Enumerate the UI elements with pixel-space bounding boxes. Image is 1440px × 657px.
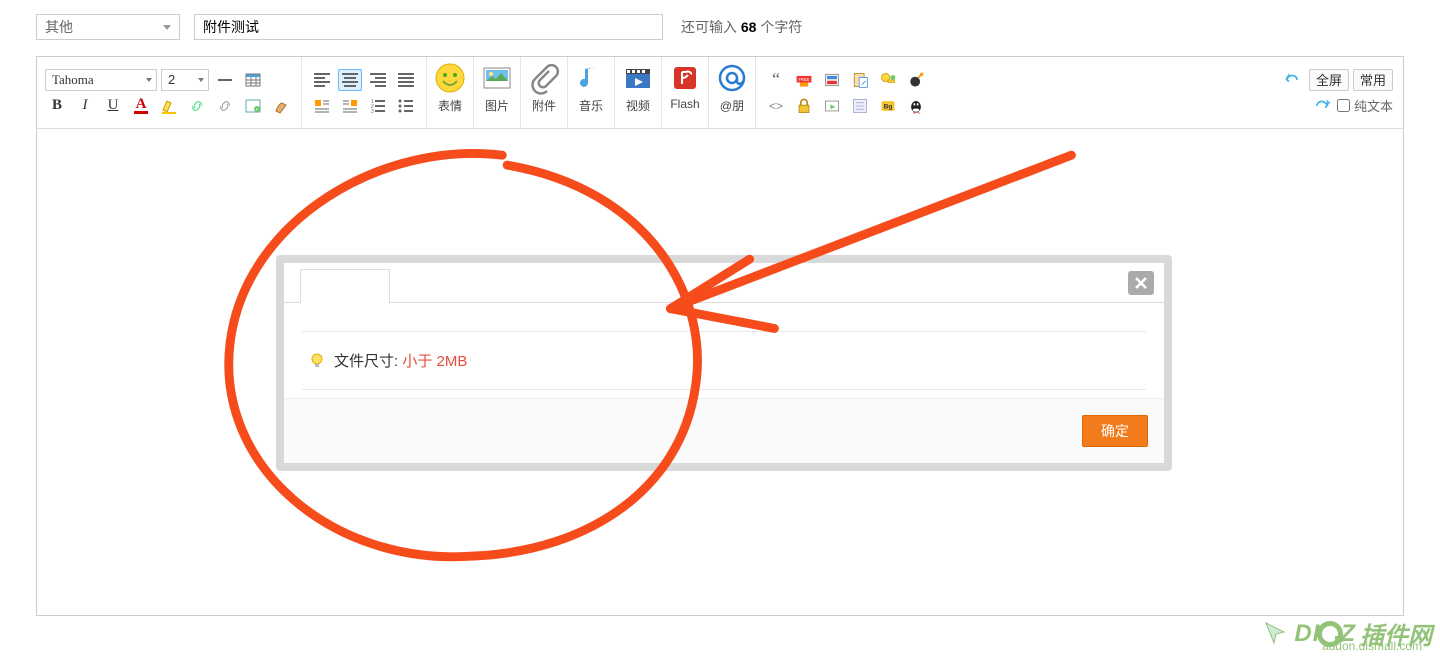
media-icon[interactable] <box>820 95 844 117</box>
italic-icon[interactable]: I <box>73 95 97 117</box>
video-button[interactable]: 视频 <box>615 57 662 128</box>
video-icon <box>621 61 655 95</box>
svg-text:FREE: FREE <box>799 76 810 81</box>
post-title-input[interactable] <box>194 14 663 40</box>
svg-text:Bg: Bg <box>884 103 893 110</box>
hr-icon[interactable] <box>213 69 237 91</box>
font-color-icon[interactable]: A <box>129 95 153 117</box>
image-icon <box>480 61 514 95</box>
dialog-close-button[interactable] <box>1128 271 1154 295</box>
align-justify-icon[interactable] <box>394 69 418 91</box>
bold-icon[interactable]: B <box>45 95 69 117</box>
editor-toolbar: Tahoma 2 B I U A <box>37 57 1403 129</box>
lightbulb-icon <box>308 352 326 370</box>
close-icon <box>1134 276 1148 290</box>
plain-text-label: 纯文本 <box>1354 96 1393 115</box>
link-icon[interactable] <box>185 95 209 117</box>
align-right-icon[interactable] <box>366 69 390 91</box>
file-size-label: 文件尺寸: 小于 2MB <box>334 350 467 371</box>
index-icon[interactable] <box>848 95 872 117</box>
underline-icon[interactable]: U <box>101 95 125 117</box>
quote-marks-icon[interactable]: “ <box>764 69 788 91</box>
unlink-icon[interactable] <box>213 95 237 117</box>
dialog-ok-button[interactable]: 确定 <box>1082 415 1148 447</box>
fullscreen-button[interactable]: 全屏 <box>1309 69 1349 91</box>
font-size-select[interactable]: 2 <box>161 69 209 91</box>
image-button[interactable]: 图片 <box>474 57 521 128</box>
editor-container: Tahoma 2 B I U A <box>36 56 1404 616</box>
attach-button[interactable]: 附件 <box>521 57 568 128</box>
smiley-button[interactable]: 表情 <box>427 57 474 128</box>
at-button[interactable]: @朋 <box>709 57 756 128</box>
qq-icon[interactable] <box>904 95 928 117</box>
music-button[interactable]: 音乐 <box>568 57 615 128</box>
editor-body[interactable]: 文件尺寸: 小于 2MB 确定 <box>37 129 1403 615</box>
at-icon <box>715 61 749 95</box>
plain-text-checkbox[interactable] <box>1337 99 1350 112</box>
free-icon[interactable]: FREE <box>792 69 816 91</box>
password-icon[interactable] <box>876 69 900 91</box>
category-value: 其他 <box>45 17 73 37</box>
flash-button[interactable]: Flash <box>662 57 709 128</box>
quote-icon[interactable]: + <box>241 95 265 117</box>
paperclip-icon <box>527 61 561 95</box>
dialog-tab-blank[interactable] <box>300 269 390 304</box>
undo-icon[interactable] <box>1281 69 1305 91</box>
bomb-icon[interactable] <box>904 69 928 91</box>
lock-icon[interactable] <box>792 95 816 117</box>
code-icon[interactable]: <> <box>764 95 788 117</box>
svg-text:3: 3 <box>371 109 374 115</box>
common-button[interactable]: 常用 <box>1353 69 1393 91</box>
highlight-icon[interactable] <box>157 95 181 117</box>
align-left-icon[interactable] <box>310 69 334 91</box>
cursor-icon <box>1262 620 1290 648</box>
redo-icon[interactable] <box>1309 95 1333 117</box>
hide-icon[interactable] <box>820 69 844 91</box>
smiley-icon <box>433 61 467 95</box>
float-left-icon[interactable] <box>310 95 334 117</box>
clear-format-icon[interactable] <box>269 95 293 117</box>
attachment-dialog: 文件尺寸: 小于 2MB 确定 <box>276 255 1172 471</box>
float-right-icon[interactable] <box>338 95 362 117</box>
music-icon <box>574 61 608 95</box>
bg-icon[interactable]: Bg <box>876 95 900 117</box>
font-family-select[interactable]: Tahoma <box>45 69 157 91</box>
table-icon[interactable] <box>241 69 265 91</box>
chevron-down-icon <box>163 25 171 30</box>
svg-text:+: + <box>256 107 259 113</box>
paste-icon[interactable] <box>848 69 872 91</box>
category-select[interactable]: 其他 <box>36 14 180 40</box>
watermark: DIZ 插件网 addon.dismall.com <box>1262 616 1432 651</box>
align-center-icon[interactable] <box>338 69 362 91</box>
unordered-list-icon[interactable] <box>394 95 418 117</box>
flash-icon <box>668 61 702 95</box>
ordered-list-icon[interactable]: 123 <box>366 95 390 117</box>
char-count-label: 还可输入 68 个字符 <box>681 17 802 37</box>
